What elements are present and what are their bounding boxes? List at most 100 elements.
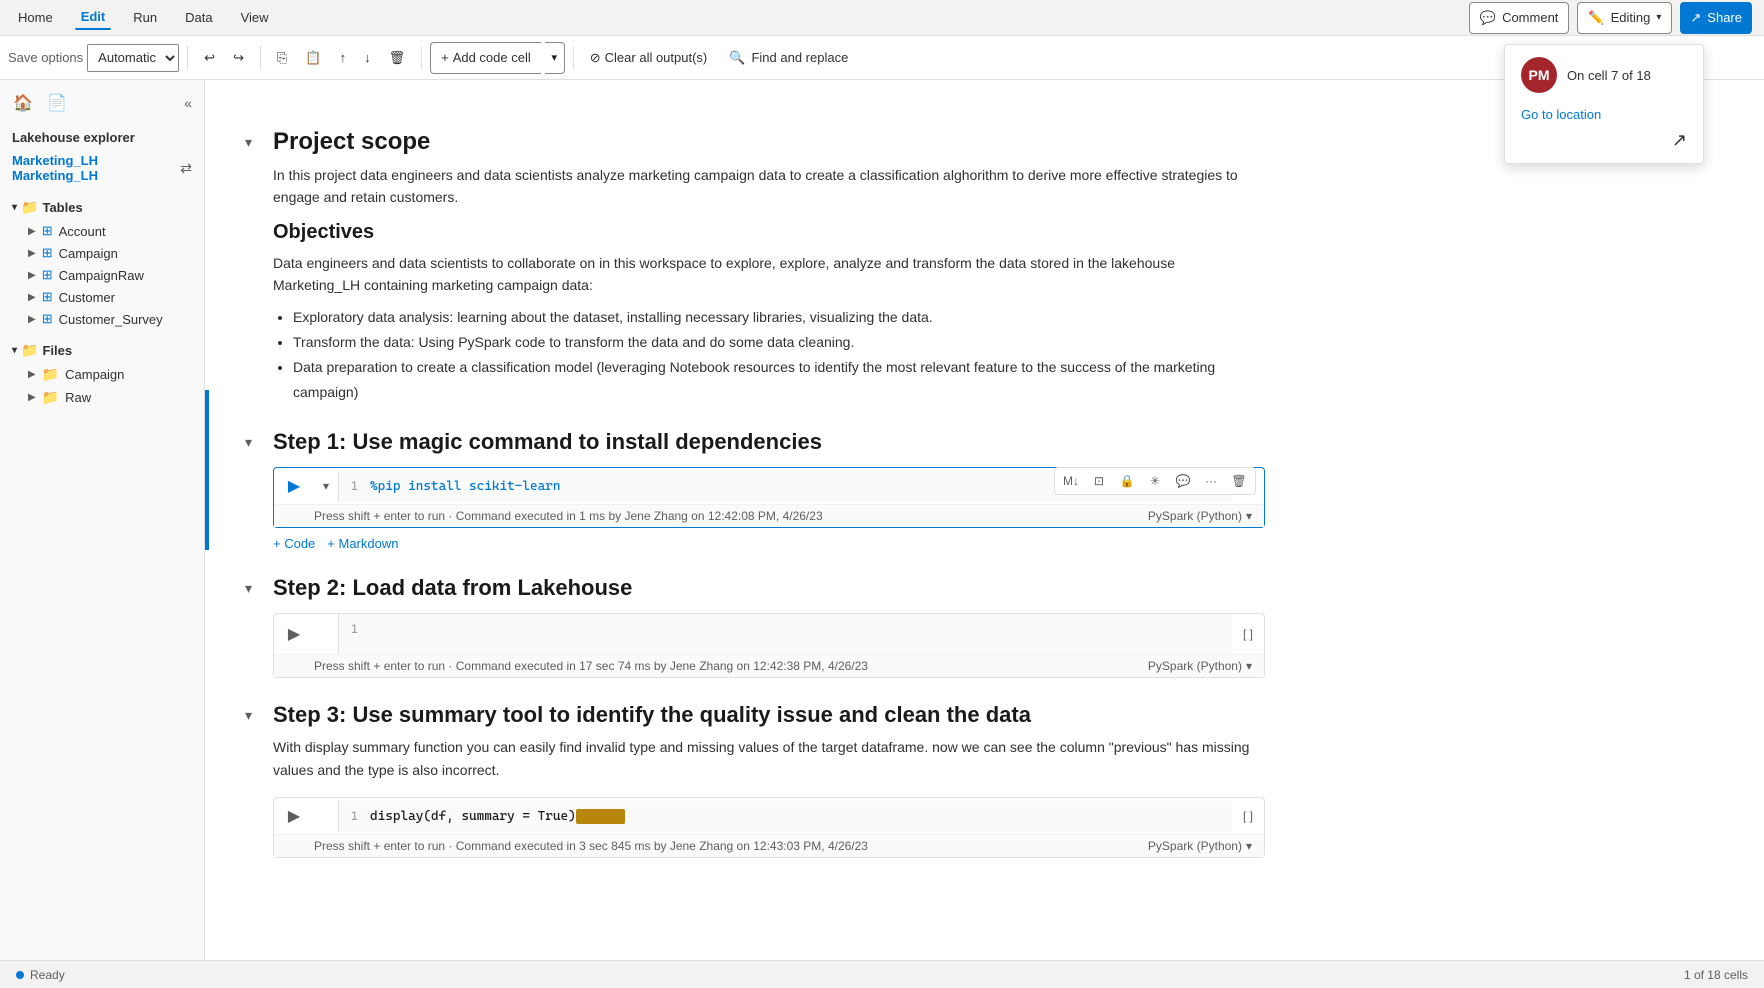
cell3-run-button[interactable]: ▶ (274, 798, 314, 834)
search-icon: 🔍 (729, 50, 745, 66)
step3-header: ▾ Step 3: Use summary tool to identify t… (245, 702, 1265, 728)
cell1-run-button[interactable]: ▶ (274, 468, 314, 504)
cell-lock-btn[interactable]: 🔒 (1115, 470, 1139, 492)
cell2-header: ▶ 1 [ ] (274, 614, 1264, 654)
add-code-cell-button[interactable]: + Add code cell (430, 42, 541, 74)
sidebar-home-icon[interactable]: 🏠 (8, 88, 38, 118)
content-area: ▾ Project scope In this project data eng… (205, 80, 1764, 960)
sidebar-item-files-campaign[interactable]: ▶ 📁 Campaign (0, 363, 204, 386)
sidebar-item-files-raw[interactable]: ▶ 📁 Raw (0, 386, 204, 409)
cell1-status: Press shift + enter to run · Command exe… (274, 504, 1264, 527)
objectives-list: Exploratory data analysis: learning abou… (293, 305, 1265, 406)
sidebar-item-customer-survey[interactable]: ▶ ⊞ Customer_Survey (0, 308, 204, 330)
sidebar-item-campaign[interactable]: ▶ ⊞ Campaign (0, 242, 204, 264)
cell-comment-btn[interactable]: 💬 (1171, 470, 1195, 492)
cell3-language[interactable]: PySpark (Python) ▾ (1148, 839, 1252, 853)
save-options-select[interactable]: Automatic Manual (87, 44, 179, 72)
move-up-button[interactable]: ↑ (332, 42, 355, 74)
copy-cell-button[interactable]: ⎘ (269, 42, 295, 74)
add-below-step1: + Code + Markdown (273, 536, 1265, 551)
go-to-location-button[interactable]: Go to location (1521, 103, 1687, 126)
step1-collapse[interactable]: ▾ (245, 434, 265, 451)
folder-icon: 📁 (42, 366, 59, 383)
files-section: ▾ 📁 Files ▶ 📁 Campaign ▶ 📁 Raw (0, 334, 204, 413)
step3-desc: With display summary function you can ea… (273, 736, 1265, 781)
step3-collapse[interactable]: ▾ (245, 707, 265, 724)
add-markdown-button[interactable]: + Markdown (327, 536, 398, 551)
status-bar: Ready 1 of 18 cells (0, 960, 1764, 988)
redo-button[interactable]: ↪ (225, 42, 252, 74)
cell-delete-btn[interactable]: 🗑 (1227, 470, 1251, 492)
menu-run[interactable]: Run (127, 6, 163, 29)
cell3-brackets: [ ] (1232, 801, 1264, 831)
cell2-language[interactable]: PySpark (Python) ▾ (1148, 659, 1252, 673)
cell1-status-text: Press shift + enter to run · Command exe… (314, 509, 823, 523)
tables-section: ▾ 📁 Tables ▶ ⊞ Account ▶ ⊞ Campaign ▶ ⊞ … (0, 191, 204, 334)
project-scope-collapse[interactable]: ▾ (245, 134, 265, 151)
clear-outputs-button[interactable]: ⊘ Clear all output(s) (582, 42, 716, 74)
active-cell-indicator (205, 390, 209, 550)
cell2-run-button[interactable]: ▶ (274, 616, 314, 652)
sidebar-file-icon[interactable]: 📄 (42, 88, 72, 118)
paste-cell-button[interactable]: 📋 (297, 42, 329, 74)
save-options-group: Save options Automatic Manual (8, 44, 179, 72)
expand-icon: ▶ (28, 270, 36, 281)
sidebar-item-customer[interactable]: ▶ ⊞ Customer (0, 286, 204, 308)
sidebar-item-campaignraw[interactable]: ▶ ⊞ CampaignRaw (0, 264, 204, 286)
cell-md-btn[interactable]: M↓ (1059, 470, 1083, 492)
share-icon: ↗ (1690, 10, 1701, 26)
save-options-label: Save options (8, 50, 83, 65)
refresh-icon[interactable]: ⇄ (180, 160, 192, 177)
undo-button[interactable]: ↩ (196, 42, 223, 74)
expand-icon: ▶ (28, 314, 36, 325)
table-icon: ⊞ (42, 245, 53, 261)
menu-data[interactable]: Data (179, 6, 218, 29)
cell2-code-content[interactable]: 1 (338, 614, 1232, 654)
step3-code-cell: ▶ 1 display(df, summary = True) [ ] Pres… (273, 797, 1265, 858)
code-selection (576, 809, 626, 824)
toolbar: Save options Automatic Manual ↩ ↪ ⎘ 📋 ↑ … (0, 36, 1764, 80)
expand-icon: ▶ (28, 226, 36, 237)
status-dot (16, 971, 24, 979)
comment-button[interactable]: 💬 Comment (1469, 2, 1570, 34)
history-group: ↩ ↪ (196, 42, 252, 74)
cell1-collapse-button[interactable]: ▾ (314, 479, 338, 493)
files-expand-icon: ▾ (12, 345, 17, 356)
menu-home[interactable]: Home (12, 6, 59, 29)
table-icon: ⊞ (42, 223, 53, 239)
cell3-code-content[interactable]: 1 display(df, summary = True) (338, 801, 1232, 832)
step1-code-cell: M↓ ⊡ 🔒 ✳ 💬 ··· 🗑 ▶ ▾ 1 %pip in (273, 467, 1265, 528)
find-replace-button[interactable]: 🔍 Find and replace (719, 42, 858, 74)
sidebar-collapse-button[interactable]: « (180, 91, 196, 115)
step2-header: ▾ Step 2: Load data from Lakehouse (245, 575, 1265, 601)
step2-collapse[interactable]: ▾ (245, 580, 265, 597)
sidebar-item-account[interactable]: ▶ ⊞ Account (0, 220, 204, 242)
magic-command: %pip install scikit-learn (370, 479, 560, 494)
menu-bar: Home Edit Run Data View 💬 Comment ✏️ Edi… (0, 0, 1764, 36)
menu-edit[interactable]: Edit (75, 5, 112, 30)
files-section-header[interactable]: ▾ 📁 Files (0, 338, 204, 363)
expand-icon: ▶ (28, 292, 36, 303)
move-down-button[interactable]: ↓ (356, 42, 379, 74)
cell1-language[interactable]: PySpark (Python) ▾ (1148, 509, 1252, 523)
cell-star-btn[interactable]: ✳ (1143, 470, 1167, 492)
lakehouse-name[interactable]: Marketing_LH Marketing_LH (12, 153, 180, 183)
status-ready: Ready (30, 968, 65, 982)
share-button[interactable]: ↗ Share (1680, 2, 1752, 34)
tables-section-header[interactable]: ▾ 📁 Tables (0, 195, 204, 220)
objectives-desc: Data engineers and data scientists to co… (273, 252, 1265, 297)
menu-view[interactable]: View (235, 6, 275, 29)
add-code-button[interactable]: + Code (273, 536, 315, 551)
chevron-down-icon: ▾ (1246, 509, 1252, 523)
cell-ops-group: ⎘ 📋 ↑ ↓ 🗑 (269, 42, 413, 74)
chevron-down-icon: ▾ (1246, 839, 1252, 853)
add-code-cell-dropdown[interactable]: ▾ (545, 42, 565, 74)
cell-more-btn[interactable]: ··· (1199, 470, 1223, 492)
project-scope-body: In this project data engineers and data … (273, 164, 1265, 405)
editing-button[interactable]: ✏️ Editing ▾ (1577, 2, 1672, 34)
status-left: Ready (16, 968, 65, 982)
chevron-down-icon: ▾ (1656, 12, 1661, 23)
cell-param-btn[interactable]: ⊡ (1087, 470, 1111, 492)
expand-icon: ▶ (28, 248, 36, 259)
delete-cell-button[interactable]: 🗑 (381, 42, 414, 74)
